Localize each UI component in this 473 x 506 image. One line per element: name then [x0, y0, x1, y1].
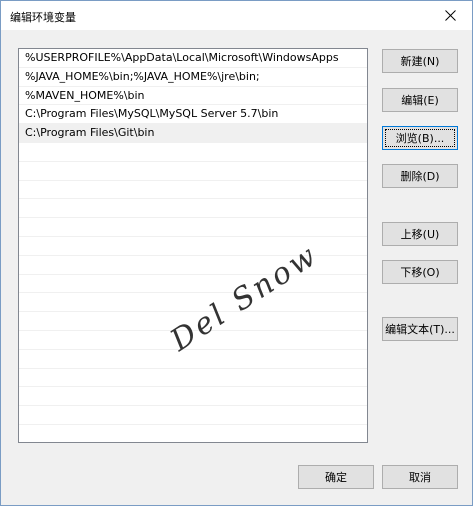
empty-row[interactable]: [19, 369, 367, 388]
close-icon: [444, 10, 456, 21]
empty-row[interactable]: [19, 350, 367, 369]
list-item[interactable]: %USERPROFILE%\AppData\Local\Microsoft\Wi…: [19, 49, 367, 68]
cancel-button[interactable]: 取消: [382, 465, 458, 489]
edit-env-var-dialog: 编辑环境变量 %USERPROFILE%\AppData\Local\Micro…: [0, 0, 473, 506]
dialog-title: 编辑环境变量: [10, 11, 76, 24]
path-list[interactable]: %USERPROFILE%\AppData\Local\Microsoft\Wi…: [18, 48, 368, 443]
list-item[interactable]: C:\Program Files\MySQL\MySQL Server 5.7\…: [19, 105, 367, 125]
empty-row[interactable]: [19, 162, 367, 181]
empty-row[interactable]: [19, 387, 367, 407]
browse-button[interactable]: 浏览(B)...: [382, 126, 458, 150]
empty-row[interactable]: [19, 143, 367, 162]
empty-row[interactable]: [19, 237, 367, 256]
move-down-button[interactable]: 下移(O): [382, 260, 458, 284]
ok-button[interactable]: 确定: [298, 465, 374, 489]
title-bar[interactable]: 编辑环境变量: [1, 1, 472, 30]
empty-row[interactable]: [19, 312, 367, 331]
edit-text-button[interactable]: 编辑文本(T)...: [382, 317, 458, 341]
empty-row[interactable]: [19, 331, 367, 350]
empty-row[interactable]: [19, 199, 367, 219]
edit-button[interactable]: 编辑(E): [382, 88, 458, 112]
list-item-selected[interactable]: C:\Program Files\Git\bin: [19, 124, 367, 143]
new-button[interactable]: 新建(N): [382, 49, 458, 73]
empty-row[interactable]: [19, 256, 367, 275]
close-button[interactable]: [428, 1, 472, 30]
list-item[interactable]: %JAVA_HOME%\bin;%JAVA_HOME%\jre\bin;: [19, 68, 367, 87]
empty-row[interactable]: [19, 293, 367, 313]
empty-row[interactable]: [19, 406, 367, 425]
empty-row[interactable]: [19, 425, 367, 442]
list-item[interactable]: %MAVEN_HOME%\bin: [19, 87, 367, 106]
empty-row[interactable]: [19, 218, 367, 237]
empty-row[interactable]: [19, 275, 367, 294]
empty-row[interactable]: [19, 181, 367, 200]
move-up-button[interactable]: 上移(U): [382, 222, 458, 246]
delete-button[interactable]: 删除(D): [382, 164, 458, 188]
